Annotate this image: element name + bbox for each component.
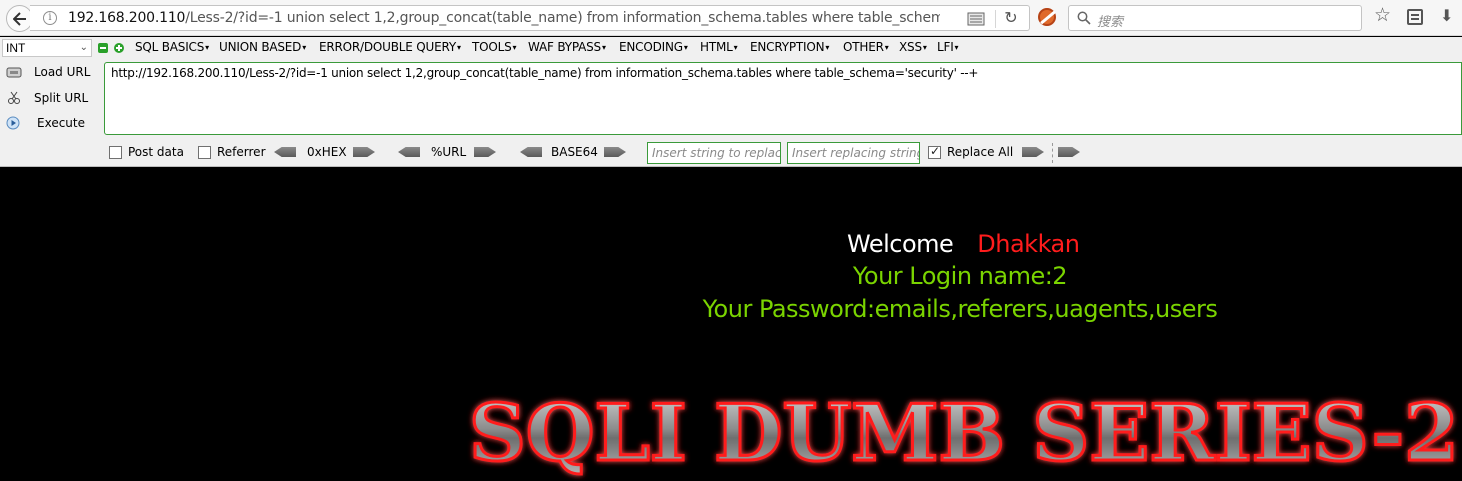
minus-icon[interactable] [98, 43, 108, 53]
hex-encode-arrow-icon[interactable] [353, 147, 375, 157]
post-data-checkbox[interactable] [109, 146, 122, 159]
base64-decode-arrow-icon[interactable] [520, 147, 542, 157]
load-url-icon [6, 67, 22, 78]
split-url-button[interactable]: Split URL [4, 88, 94, 108]
back-button[interactable] [6, 5, 33, 32]
replace-all-arrow-icon[interactable] [1058, 147, 1080, 157]
downloads-icon[interactable]: ⬇ [1440, 6, 1453, 26]
url-encode-arrow-icon[interactable] [474, 147, 496, 157]
menu-error-double-query[interactable]: ERROR/DOUBLE QUERY [319, 40, 461, 54]
replace-to-input[interactable]: Insert replacing string [787, 142, 920, 164]
type-select-value: INT [6, 41, 26, 55]
bookmark-star-icon[interactable]: ☆ [1374, 6, 1391, 26]
menu-encryption[interactable]: ENCRYPTION [750, 40, 829, 54]
menu-other[interactable]: OTHER [843, 40, 889, 54]
search-bar[interactable]: 搜索 [1068, 5, 1362, 31]
execute-label: Execute [37, 116, 85, 130]
referrer-label: Referrer [217, 145, 266, 159]
replace-arrow-icon[interactable] [1022, 147, 1044, 157]
menu-waf-bypass[interactable]: WAF BYPASS [528, 40, 606, 54]
search-placeholder: 搜索 [1097, 14, 1124, 29]
url-path: /Less-2/?id=-1 union select 1,2,group_co… [185, 10, 940, 26]
menu-union-based[interactable]: UNION BASED [219, 40, 306, 54]
url-encode-label: %URL [431, 145, 467, 159]
reader-view-icon[interactable] [967, 12, 985, 26]
load-url-button[interactable]: Load URL [4, 62, 94, 82]
load-url-label: Load URL [34, 65, 91, 79]
page-content: Welcome Dhakkan Your Login name:2 Your Pa… [0, 168, 1462, 481]
chevron-down-icon: ⌄ [79, 42, 88, 53]
login-name-text: Your Login name:2 [852, 262, 1068, 290]
site-info-icon[interactable]: i [43, 11, 57, 25]
menu-encoding[interactable]: ENCODING [619, 40, 688, 54]
menu-xss[interactable]: XSS [899, 40, 927, 54]
browser-toolbar: i 192.168.200.110/Less-2/?id=-1 union se… [0, 0, 1462, 36]
plus-icon[interactable] [114, 43, 124, 53]
hackbar-menu-bar: INT ⌄ SQL BASICS UNION BASED ERROR/DOUBL… [0, 37, 1462, 59]
welcome-line: Welcome Dhakkan [847, 230, 1080, 258]
menu-sql-basics[interactable]: SQL BASICS [135, 40, 209, 54]
back-arrow-icon [12, 11, 26, 26]
split-url-label: Split URL [34, 91, 89, 105]
type-select[interactable]: INT ⌄ [2, 39, 92, 57]
scissors-icon [8, 91, 20, 104]
library-icon[interactable] [1407, 9, 1423, 25]
replace-from-input[interactable]: Insert string to replace [647, 142, 781, 164]
reload-icon[interactable]: ↻ [1002, 10, 1020, 28]
urlbar-divider [995, 10, 996, 28]
search-icon [1077, 11, 1091, 25]
user-name: Dhakkan [977, 230, 1080, 258]
options-divider [1052, 143, 1053, 163]
menu-html[interactable]: HTML [700, 40, 737, 54]
url-host: 192.168.200.110 [68, 10, 186, 26]
base64-label: BASE64 [551, 145, 598, 159]
password-text: Your Password:emails,referers,uagents,us… [702, 295, 1218, 323]
banner-text: SQLI DUMB SERIES-2 [469, 388, 1459, 479]
sqli-dumb-series-banner: SQLI DUMB SERIES-2 [466, 387, 1462, 481]
play-icon [6, 116, 20, 130]
menu-lfi[interactable]: LFI [937, 40, 958, 54]
hex-decode-arrow-icon[interactable] [274, 147, 296, 157]
hackbar-options-row: Post data Referrer 0xHEX %URL BASE64 Ins… [0, 141, 1462, 164]
execute-button[interactable]: Execute [4, 113, 94, 133]
hex-label: 0xHEX [307, 145, 347, 159]
url-decode-arrow-icon[interactable] [398, 147, 420, 157]
noscript-icon[interactable] [1038, 8, 1056, 26]
replace-all-label: Replace All [947, 145, 1014, 159]
address-bar[interactable]: i 192.168.200.110/Less-2/?id=-1 union se… [30, 5, 1030, 31]
hackbar-panel: Load URL Split URL Execute http://192.16… [0, 59, 1462, 167]
base64-encode-arrow-icon[interactable] [604, 147, 626, 157]
referrer-checkbox[interactable] [198, 146, 211, 159]
hackbar-url-input[interactable]: http://192.168.200.110/Less-2/?id=-1 uni… [104, 62, 1462, 135]
post-data-label: Post data [128, 145, 184, 159]
menu-tools[interactable]: TOOLS [472, 40, 516, 54]
welcome-text: Welcome [847, 230, 954, 258]
address-text[interactable]: 192.168.200.110/Less-2/?id=-1 union sele… [68, 10, 940, 26]
banner-logo: SQLI DUMB SERIES-2 [468, 387, 1461, 481]
replace-all-checkbox[interactable] [928, 144, 941, 159]
